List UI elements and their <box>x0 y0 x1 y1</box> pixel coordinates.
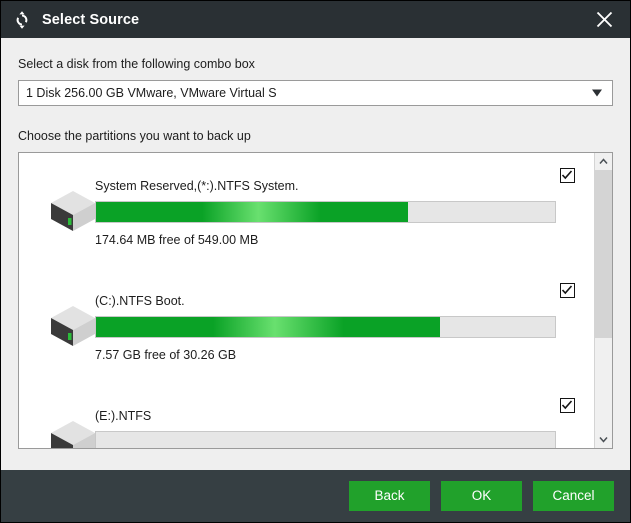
disk-combo-box[interactable]: 1 Disk 256.00 GB VMware, VMware Virtual … <box>18 80 613 106</box>
sync-arrows-icon <box>12 10 32 30</box>
partition-list: System Reserved,(*:).NTFS System. 174.64… <box>18 152 613 449</box>
scroll-down-button[interactable] <box>595 431 612 448</box>
disk-combo-value: 1 Disk 256.00 GB VMware, VMware Virtual … <box>26 86 277 100</box>
partition-name: (C:).NTFS Boot. <box>95 294 185 308</box>
partition-usage-bar <box>95 201 556 223</box>
scroll-up-button[interactable] <box>595 153 612 170</box>
ok-button[interactable]: OK <box>441 481 522 511</box>
title-bar: Select Source <box>1 1 630 38</box>
back-button[interactable]: Back <box>349 481 430 511</box>
partition-free-space: 174.64 MB free of 549.00 MB <box>95 233 259 247</box>
partition-checkbox[interactable] <box>560 398 575 413</box>
check-icon <box>561 285 573 295</box>
list-item[interactable]: (E:).NTFS <box>19 383 594 448</box>
select-source-dialog: Select Source Select a disk from the fol… <box>0 0 631 523</box>
list-item[interactable]: System Reserved,(*:).NTFS System. 174.64… <box>19 153 594 268</box>
check-icon <box>561 400 573 410</box>
partition-list-inner: System Reserved,(*:).NTFS System. 174.64… <box>19 153 594 448</box>
partition-list-scrollbar[interactable] <box>594 153 612 448</box>
partition-name: System Reserved,(*:).NTFS System. <box>95 179 299 193</box>
close-button[interactable] <box>582 1 626 38</box>
partition-usage-bar <box>95 316 556 338</box>
chevron-down-icon <box>599 437 608 443</box>
disk-drive-icon <box>41 304 97 350</box>
chevron-down-icon <box>592 89 602 97</box>
partition-checkbox[interactable] <box>560 283 575 298</box>
partition-select-label: Choose the partitions you want to back u… <box>18 129 251 143</box>
dialog-footer: Back OK Cancel <box>1 470 630 522</box>
partition-usage-bar <box>95 431 556 448</box>
disk-drive-icon <box>41 419 97 448</box>
partition-free-space: 7.57 GB free of 30.26 GB <box>95 348 237 362</box>
window-title: Select Source <box>42 11 140 28</box>
scrollbar-thumb[interactable] <box>595 170 612 338</box>
disk-drive-icon <box>41 189 97 235</box>
cancel-button[interactable]: Cancel <box>533 481 614 511</box>
check-icon <box>561 170 573 180</box>
dialog-body: Select a disk from the following combo b… <box>1 38 630 470</box>
chevron-up-icon <box>599 158 608 164</box>
close-icon <box>596 11 612 28</box>
partition-usage-fill <box>96 202 409 222</box>
partition-checkbox[interactable] <box>560 168 575 183</box>
partition-usage-fill <box>96 317 441 337</box>
partition-name: (E:).NTFS <box>95 409 152 423</box>
disk-select-label: Select a disk from the following combo b… <box>18 57 255 71</box>
list-item[interactable]: (C:).NTFS Boot. 7.57 GB free of 30.26 GB <box>19 268 594 383</box>
